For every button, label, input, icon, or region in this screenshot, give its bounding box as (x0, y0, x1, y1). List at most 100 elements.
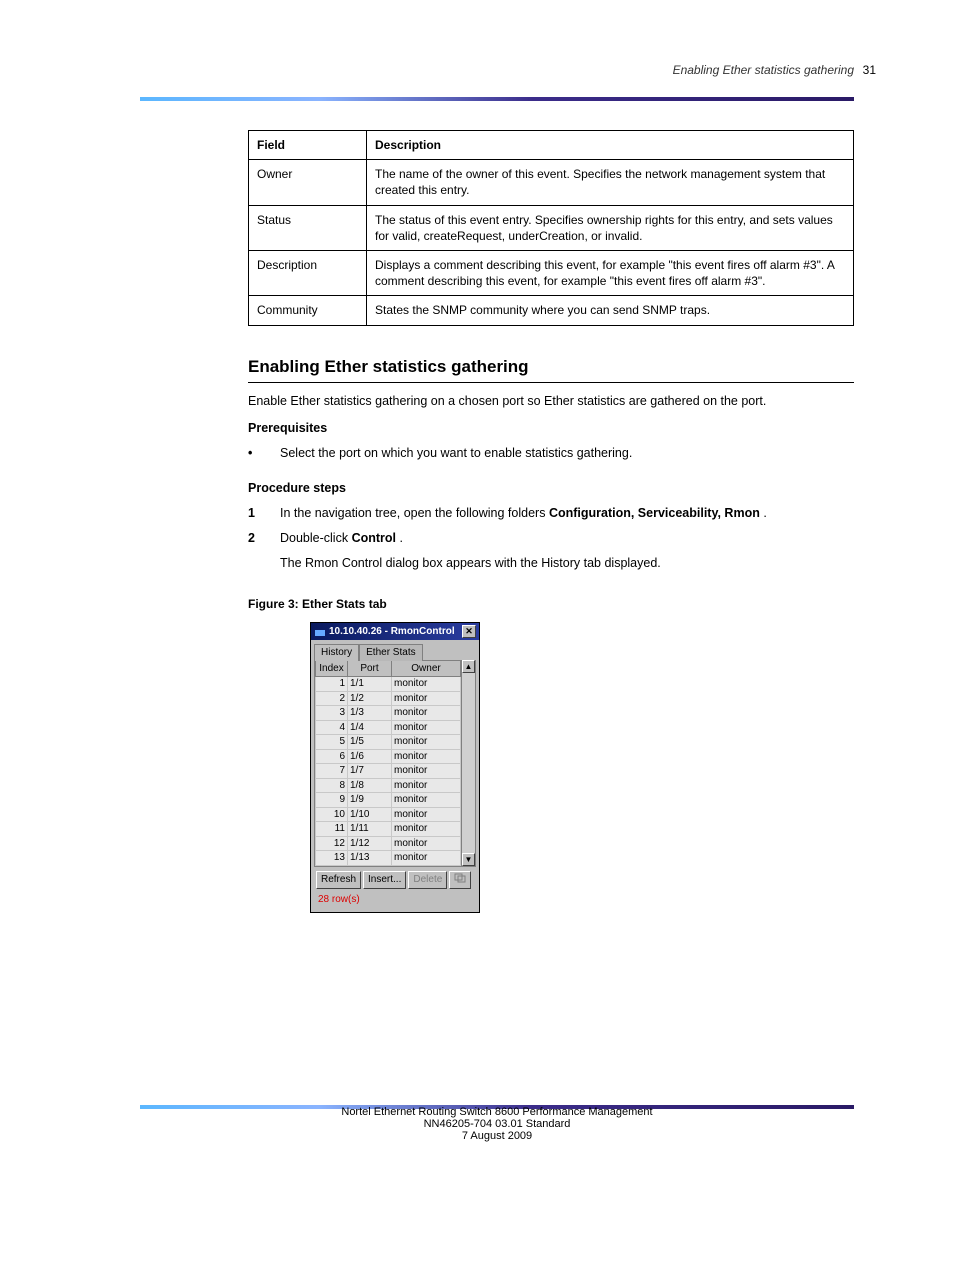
step-text: Double-click (280, 531, 352, 545)
insert-button[interactable]: Insert... (363, 871, 406, 889)
footer-line-1: Nortel Ethernet Routing Switch 8600 Perf… (140, 1106, 854, 1118)
cell-owner: monitor (392, 778, 461, 793)
tab-bar: History Ether Stats (314, 643, 476, 660)
step-bold: Configuration, Serviceability, Rmon (549, 506, 760, 520)
cell-index: 2 (316, 691, 348, 706)
app-icon (314, 626, 326, 638)
table-row[interactable]: 21/2monitor (316, 691, 461, 706)
cell-port: 1/7 (348, 764, 392, 779)
table-row[interactable]: 71/7monitor (316, 764, 461, 779)
cell-owner: monitor (392, 793, 461, 808)
cell-port: 1/4 (348, 720, 392, 735)
cell-owner: monitor (392, 691, 461, 706)
table-row[interactable]: 61/6monitor (316, 749, 461, 764)
cell-index: 12 (316, 836, 348, 851)
table-row[interactable]: 121/12monitor (316, 836, 461, 851)
tab-history[interactable]: History (314, 644, 359, 661)
step-number: 2 (248, 530, 266, 572)
header-description: Description (367, 131, 854, 160)
cell-owner: monitor (392, 822, 461, 837)
cell-owner: monitor (392, 677, 461, 692)
cell-owner: monitor (392, 749, 461, 764)
step-text: In the navigation tree, open the followi… (280, 506, 549, 520)
page-number: 31 (863, 63, 876, 77)
steps-heading: Procedure steps (248, 480, 854, 497)
table-scroll-wrap: Index Port Owner 11/1monitor21/2monitor3… (314, 660, 476, 867)
cell-index: 13 (316, 851, 348, 866)
header-field: Field (249, 131, 367, 160)
cell-port: 1/6 (348, 749, 392, 764)
cell-port: 1/11 (348, 822, 392, 837)
history-table: Index Port Owner 11/1monitor21/2monitor3… (315, 660, 461, 866)
table-row[interactable]: 11/1monitor (316, 677, 461, 692)
scroll-down-icon[interactable]: ▼ (462, 853, 475, 866)
cell-desc: The name of the owner of this event. Spe… (367, 160, 854, 205)
step-bold: Control (352, 531, 396, 545)
cell-port: 1/13 (348, 851, 392, 866)
cell-field: Community (249, 296, 367, 325)
delete-button[interactable]: Delete (408, 871, 447, 889)
table-row[interactable]: 81/8monitor (316, 778, 461, 793)
step-body: In the navigation tree, open the followi… (280, 505, 854, 522)
top-rule (140, 97, 854, 101)
bullet: • (248, 445, 266, 462)
cell-port: 1/10 (348, 807, 392, 822)
step-result: The Rmon Control dialog box appears with… (280, 555, 854, 572)
table-row[interactable]: 31/3monitor (316, 706, 461, 721)
table-row[interactable]: 91/9monitor (316, 793, 461, 808)
col-index[interactable]: Index (316, 660, 348, 677)
page-heading: Enabling Ether statistics gathering (673, 63, 854, 77)
cell-owner: monitor (392, 706, 461, 721)
table-row[interactable]: 51/5monitor (316, 735, 461, 750)
cell-port: 1/2 (348, 691, 392, 706)
cell-index: 8 (316, 778, 348, 793)
cell-index: 6 (316, 749, 348, 764)
copy-icon[interactable] (449, 871, 471, 890)
table-row: Status The status of this event entry. S… (249, 205, 854, 250)
cell-port: 1/3 (348, 706, 392, 721)
tab-ether-stats[interactable]: Ether Stats (359, 644, 422, 661)
step-2: 2 Double-click Control . The Rmon Contro… (248, 530, 854, 572)
cell-owner: monitor (392, 764, 461, 779)
prereq-text: Select the port on which you want to ena… (280, 445, 854, 462)
cell-port: 1/8 (348, 778, 392, 793)
cell-index: 10 (316, 807, 348, 822)
prereq-item: • Select the port on which you want to e… (248, 445, 854, 462)
footer-line-2: NN46205-704 03.01 Standard (140, 1118, 854, 1130)
dialog-title-text: 10.10.40.26 - RmonControl (329, 625, 455, 639)
scroll-up-icon[interactable]: ▲ (462, 660, 475, 673)
table-row[interactable]: 41/4monitor (316, 720, 461, 735)
cell-owner: monitor (392, 851, 461, 866)
page-footer: Nortel Ethernet Routing Switch 8600 Perf… (140, 1106, 854, 1142)
cell-desc: The status of this event entry. Specifie… (367, 205, 854, 250)
refresh-button[interactable]: Refresh (316, 871, 361, 889)
table-row[interactable]: 101/10monitor (316, 807, 461, 822)
dialog-button-row: Refresh Insert... Delete (314, 867, 476, 892)
table-row[interactable]: 111/11monitor (316, 822, 461, 837)
table-header-row: Field Description (249, 131, 854, 160)
cell-port: 1/5 (348, 735, 392, 750)
table-row[interactable]: 131/13monitor (316, 851, 461, 866)
definition-table: Field Description Owner The name of the … (248, 130, 854, 326)
col-owner[interactable]: Owner (392, 660, 461, 677)
step-body: Double-click Control . The Rmon Control … (280, 530, 854, 572)
rmon-control-dialog: 10.10.40.26 - RmonControl ✕ History Ethe… (310, 622, 480, 913)
table-row: Community States the SNMP community wher… (249, 296, 854, 325)
cell-index: 3 (316, 706, 348, 721)
cell-port: 1/12 (348, 836, 392, 851)
step-1: 1 In the navigation tree, open the follo… (248, 505, 854, 522)
cell-index: 7 (316, 764, 348, 779)
row-count-label: 28 row(s) (314, 891, 476, 909)
dialog-titlebar[interactable]: 10.10.40.26 - RmonControl ✕ (311, 623, 479, 641)
intro-paragraph: Enable Ether statistics gathering on a c… (248, 393, 854, 410)
table-row: Owner The name of the owner of this even… (249, 160, 854, 205)
col-port[interactable]: Port (348, 660, 392, 677)
cell-index: 4 (316, 720, 348, 735)
cell-index: 9 (316, 793, 348, 808)
section-rule (248, 382, 854, 383)
step-text: . (763, 506, 766, 520)
close-icon[interactable]: ✕ (462, 625, 476, 638)
cell-field: Status (249, 205, 367, 250)
vertical-scrollbar[interactable]: ▲ ▼ (461, 660, 475, 866)
cell-owner: monitor (392, 836, 461, 851)
